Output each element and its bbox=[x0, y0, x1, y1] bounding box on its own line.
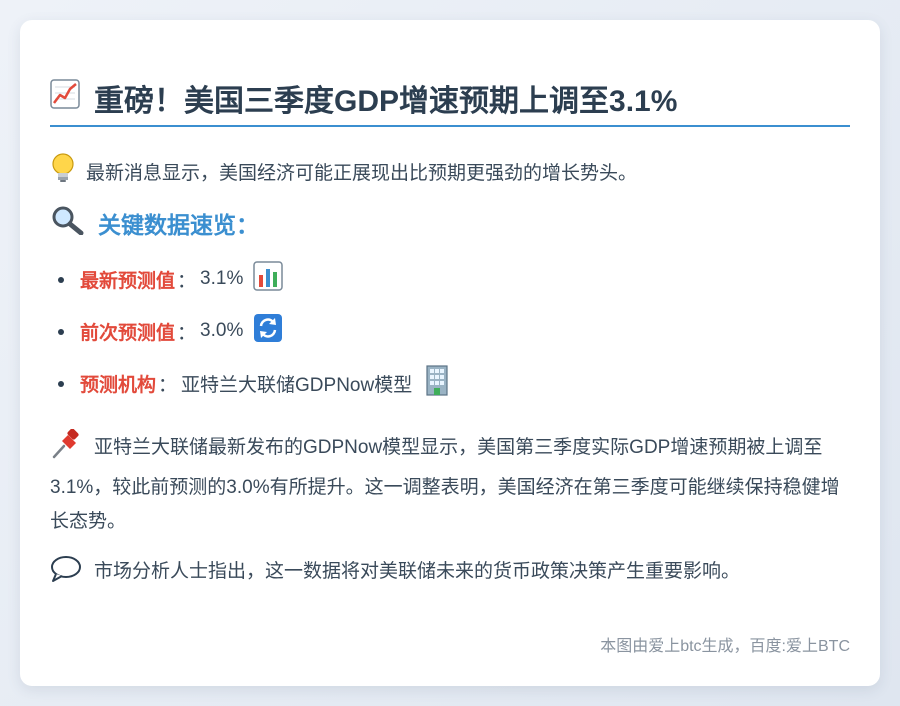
fact-separator: ： bbox=[177, 270, 197, 292]
magnifying-glass-icon bbox=[50, 205, 84, 241]
article-title-row: 重磅！美国三季度GDP增速预期上调至3.1% bbox=[50, 75, 850, 127]
section-heading: 关键数据速览： bbox=[98, 212, 259, 238]
footer-credit: 本图由爱上btc生成，百度:爱上BTC bbox=[600, 638, 850, 655]
lead-text: 最新消息显示，美国经济可能正展现出比预期更强劲的增长势头。 bbox=[86, 162, 638, 184]
remark-text: 市场分析人士指出，这一数据将对美联储未来的货币政策决策产生重要影响。 bbox=[94, 561, 741, 582]
list-item: 最新预测值 ： 3.1% bbox=[58, 253, 850, 305]
article-card: 重磅！美国三季度GDP增速预期上调至3.1% 最新消息显示，美国经济可能正展现出… bbox=[20, 20, 880, 686]
remark-paragraph: 市场分析人士指出，这一数据将对美联储未来的货币政策决策产生重要影响。 bbox=[50, 555, 850, 595]
body-paragraph: 亚特兰大联储最新发布的GDPNow模型显示，美国第三季度实际GDP增速预期被上调… bbox=[50, 428, 850, 539]
speech-bubble-icon bbox=[50, 555, 82, 595]
fact-key: 预测机构 bbox=[80, 374, 157, 396]
lead-line: 最新消息显示，美国经济可能正展现出比预期更强劲的增长势头。 bbox=[50, 151, 850, 191]
chart-increasing-icon bbox=[50, 79, 80, 117]
section-heading-row: 关键数据速览： bbox=[50, 201, 850, 245]
office-building-icon bbox=[422, 364, 452, 402]
refresh-icon bbox=[253, 313, 283, 349]
fact-value: 亚特兰大联储GDPNow模型 bbox=[181, 374, 413, 396]
fact-separator: ： bbox=[158, 374, 178, 396]
pushpin-icon bbox=[50, 428, 82, 471]
light-bulb-icon bbox=[50, 152, 76, 190]
fact-key: 前次预测值 bbox=[80, 322, 176, 344]
body-paragraph-text: 亚特兰大联储最新发布的GDPNow模型显示，美国第三季度实际GDP增速预期被上调… bbox=[50, 437, 840, 532]
fact-value: 3.1% bbox=[200, 268, 244, 289]
fact-key: 最新预测值 bbox=[80, 270, 176, 292]
list-item: 前次预测值 ： 3.0% bbox=[58, 305, 850, 357]
bar-chart-icon bbox=[253, 261, 284, 297]
facts-list: 最新预测值 ： 3.1% 前次预测值 ： 3.0% 预测机构 ： 亚特兰大联储G… bbox=[50, 253, 850, 409]
fact-separator: ： bbox=[177, 322, 197, 344]
article-title: 重磅！美国三季度GDP增速预期上调至3.1% bbox=[94, 85, 678, 118]
fact-value: 3.0% bbox=[200, 320, 244, 341]
list-item: 预测机构 ： 亚特兰大联储GDPNow模型 bbox=[58, 357, 850, 409]
